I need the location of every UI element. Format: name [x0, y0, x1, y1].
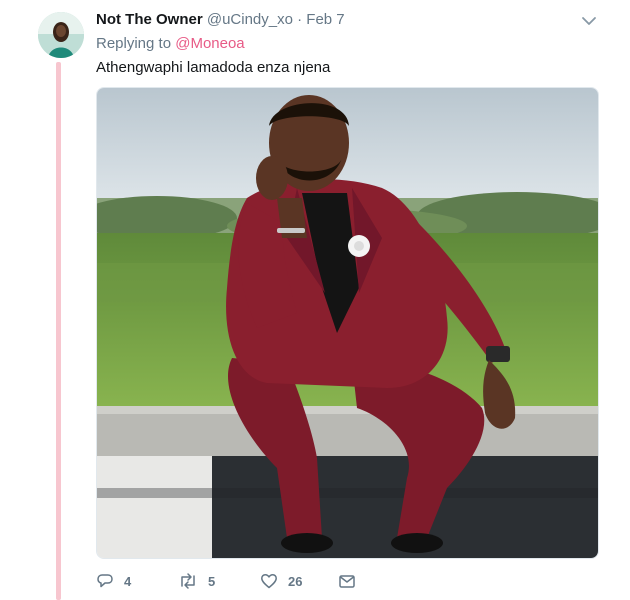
replying-to: Replying to @Moneoa — [96, 34, 245, 54]
tweet-header: Not The Owner @uCindy_xo · Feb 7 — [96, 10, 590, 30]
author-name[interactable]: Not The Owner — [96, 11, 203, 28]
retweet-icon — [181, 573, 195, 589]
direct-message-button[interactable] — [338, 570, 356, 592]
reply-count: 4 — [124, 573, 132, 589]
replying-prefix: Replying to — [96, 35, 172, 52]
avatar[interactable] — [38, 12, 84, 58]
retweet-button[interactable]: 5 — [178, 570, 215, 592]
like-count: 26 — [288, 573, 303, 589]
tweet-date[interactable]: Feb 7 — [306, 11, 344, 28]
like-button[interactable]: 26 — [260, 570, 302, 592]
separator-dot: · — [297, 11, 303, 28]
chevron-down-icon[interactable] — [580, 14, 598, 28]
thread-line — [56, 62, 61, 600]
reply-mention-link[interactable]: @Moneoa — [175, 35, 244, 52]
retweet-count: 5 — [208, 573, 216, 589]
photo-man-in-red-suit — [97, 88, 598, 558]
avatar-image — [38, 12, 84, 58]
reply-icon — [97, 574, 113, 588]
heart-icon — [261, 573, 277, 589]
author-handle[interactable]: @uCindy_xo — [207, 11, 293, 28]
reply-button[interactable]: 4 — [96, 570, 131, 592]
tweet-photo[interactable] — [96, 87, 599, 559]
envelope-icon — [339, 575, 355, 588]
tweet-text: Athengwaphi lamadoda enza njena — [96, 59, 331, 76]
